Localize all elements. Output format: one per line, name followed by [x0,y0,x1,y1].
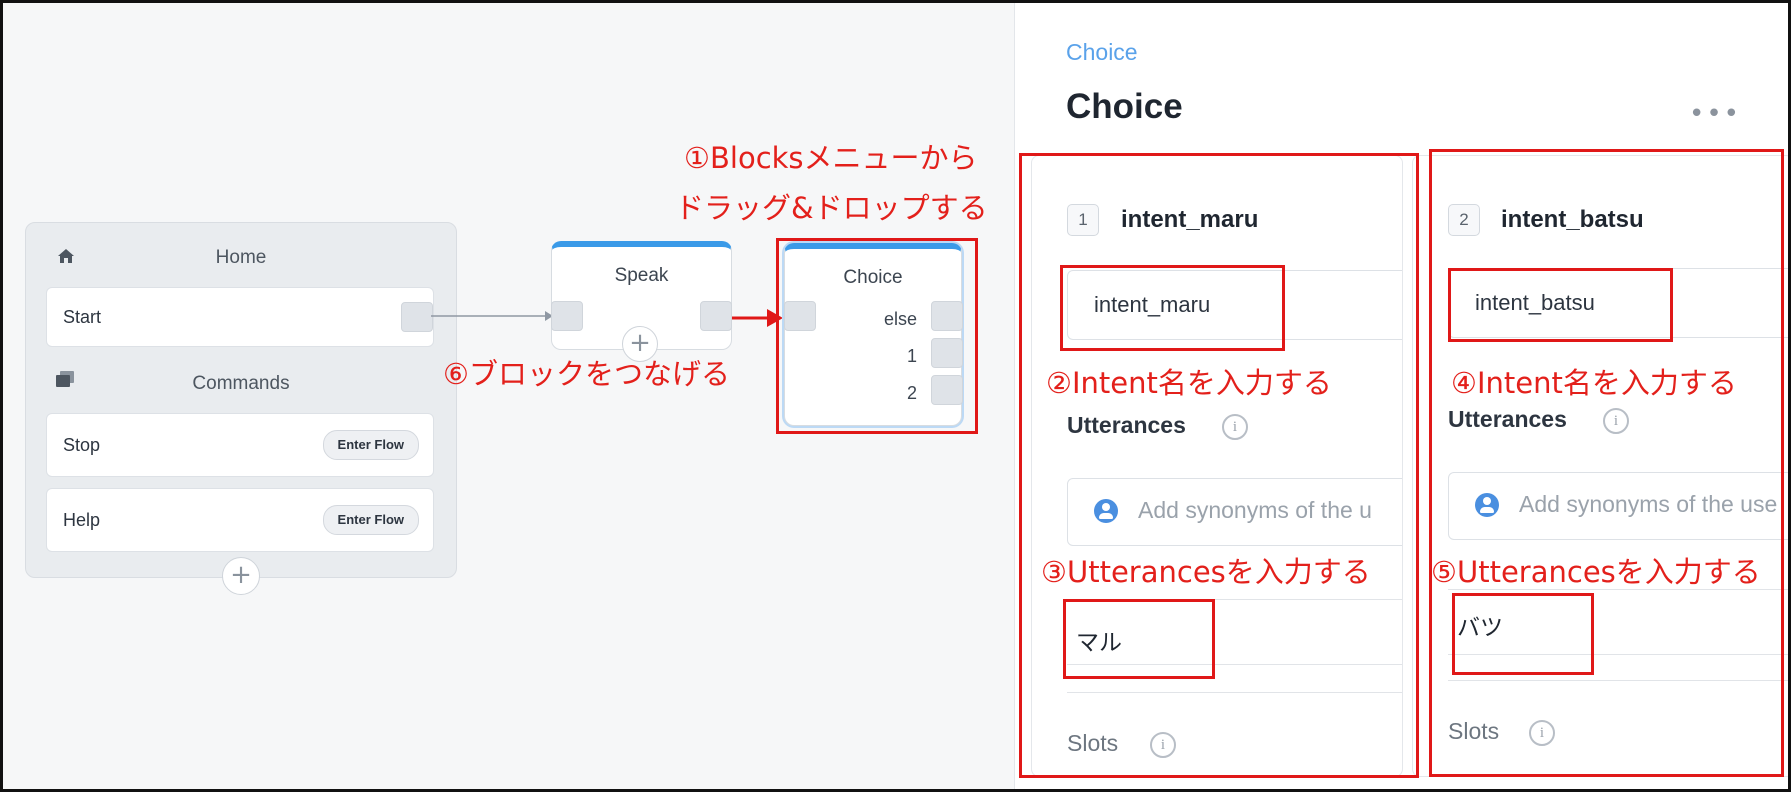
intent-2-highlight [1429,149,1784,777]
flow-canvas[interactable]: Home Start Commands Stop Enter Flow Help… [3,3,1014,789]
annotation-1-line2: ドラッグ&ドロップする [675,191,988,225]
annotation-2: ②Intent名を入力する [1046,366,1332,400]
intent-2-utterance-highlight [1452,593,1594,675]
annotation-1-line1: ①Blocksメニューから [684,141,978,175]
annotation-5: ⑤Utterancesを入力する [1431,555,1761,589]
intent-1-input-highlight [1060,265,1285,351]
more-options-icon[interactable]: ••• [1689,99,1741,129]
annotation-6: ⑥ブロックをつなげる [443,357,730,391]
speak-block-title: Speak [614,265,669,286]
annotation-3: ③Utterancesを入力する [1041,555,1371,589]
speak-input-port[interactable] [551,301,583,331]
speak-output-port[interactable] [700,301,732,331]
intent-1-highlight [1019,153,1419,778]
annotation-4: ④Intent名を入力する [1451,366,1737,400]
breadcrumb[interactable]: Choice [1066,39,1138,66]
intent-2-input-highlight [1448,268,1673,342]
screenshot-frame: Home Start Commands Stop Enter Flow Help… [0,0,1791,792]
choice-block-highlight [776,238,978,434]
page-title: Choice [1066,87,1183,126]
intent-1-utterance-highlight [1063,599,1215,679]
